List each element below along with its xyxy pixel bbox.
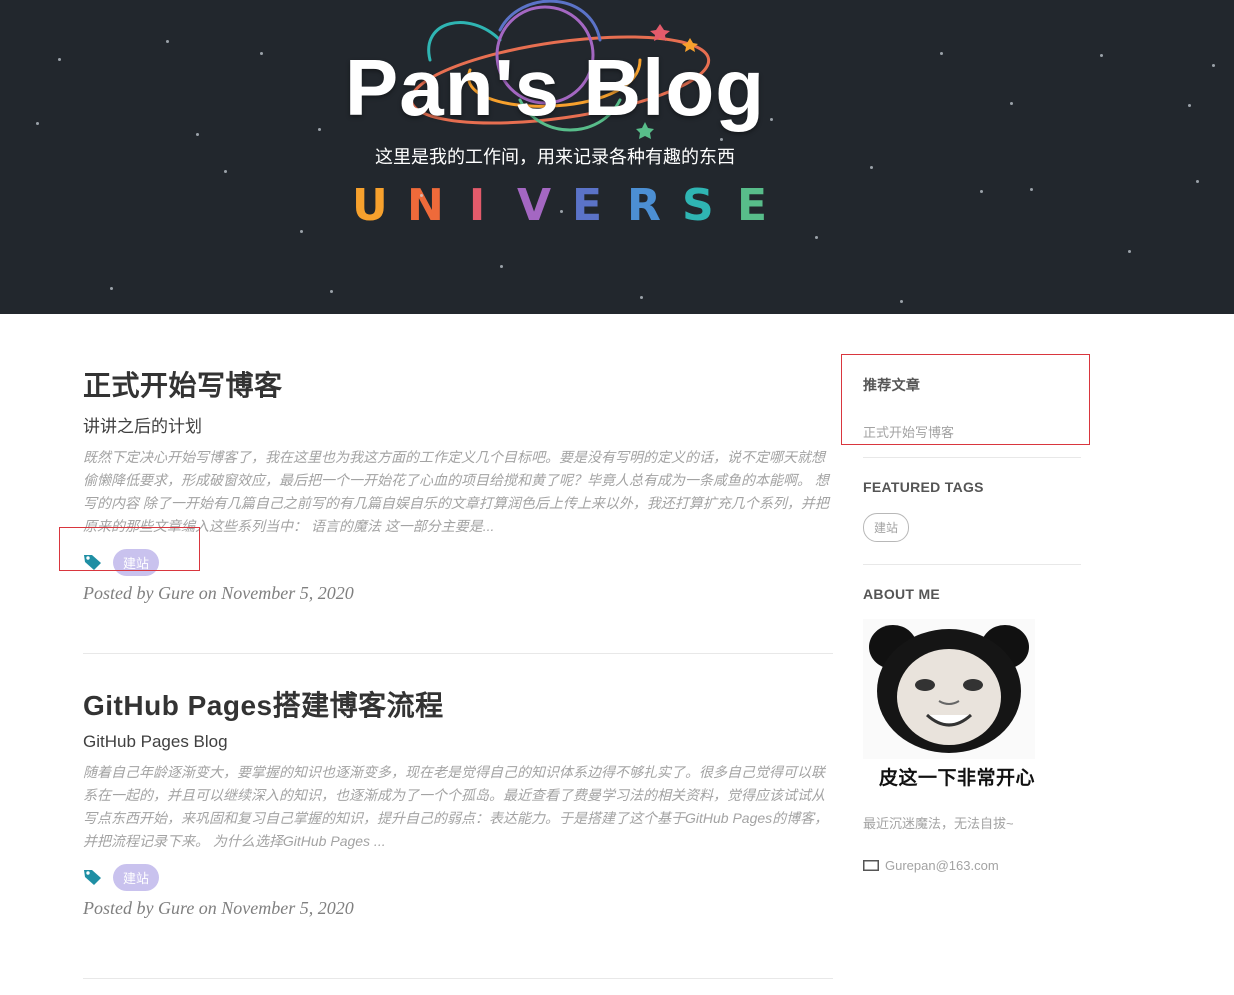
star-decoration — [420, 194, 423, 197]
universe-letter: U — [352, 180, 388, 231]
star-decoration — [330, 290, 333, 293]
post-subtitle[interactable]: 讲讲之后的计划 — [83, 412, 833, 437]
about-heading: ABOUT ME — [863, 586, 941, 602]
post-meta: Posted by Gure on November 5, 2020 — [83, 898, 354, 918]
star-decoration — [560, 210, 563, 213]
universe-letter: R — [627, 180, 661, 231]
star-decoration — [224, 170, 227, 173]
star-decoration — [980, 190, 983, 193]
post-tags: 建站 — [83, 547, 833, 577]
universe-letter: E — [737, 180, 768, 231]
star-decoration — [1010, 102, 1013, 105]
site-title[interactable]: Pan's Blog — [0, 42, 1110, 134]
star-decoration — [318, 128, 321, 131]
star-decoration — [1196, 180, 1199, 183]
post-excerpt[interactable]: 随着自己年龄逐渐变大，要掌握的知识也逐渐变多，现在老是觉得自己的知识体系边得不够… — [83, 761, 833, 853]
universe-letter: I — [468, 180, 486, 231]
star-decoration — [770, 118, 773, 121]
universe-letter: E — [572, 180, 603, 231]
star-decoration — [300, 230, 303, 233]
sidebar: 推荐文章 正式开始写博客 FEATURED TAGS 建站 ABOUT ME 皮… — [863, 355, 1083, 873]
star-decoration — [640, 296, 643, 299]
star-decoration — [1128, 250, 1131, 253]
star-decoration — [940, 52, 943, 55]
featured-tags-section: FEATURED TAGS 建站 — [863, 458, 1083, 564]
star-decoration — [166, 40, 169, 43]
mail-icon — [863, 860, 879, 871]
tag-pill[interactable]: 建站 — [113, 863, 160, 891]
universe-letter: N — [407, 180, 444, 231]
recommended-heading: 推荐文章 — [863, 377, 921, 393]
star-decoration — [720, 138, 723, 141]
header-banner: Pan's Blog 这里是我的工作间，用来记录各种有趣的东西 UNIVERSE — [0, 0, 1234, 314]
panda-meme-image — [863, 619, 1035, 759]
site-subtitle: 这里是我的工作间，用来记录各种有趣的东西 — [375, 147, 735, 167]
post-preview[interactable]: GitHub Pages搭建博客流程 GitHub Pages Blog 随着自… — [83, 684, 833, 979]
star-decoration — [260, 52, 263, 55]
about-bio: 最近沉迷魔法，无法自拔~ — [863, 816, 1014, 831]
star-decoration — [110, 287, 113, 290]
star-decoration — [815, 236, 818, 239]
star-decoration — [900, 300, 903, 303]
post-meta: Posted by Gure on November 5, 2020 — [83, 583, 354, 603]
email-link[interactable]: Gurepan@163.com — [885, 858, 999, 873]
recommended-section: 推荐文章 正式开始写博客 — [863, 355, 1083, 457]
post-list: 正式开始写博客 讲讲之后的计划 既然下定决心开始写博客了，我在这里也为我这方面的… — [83, 340, 833, 979]
universe-letter: S — [682, 180, 714, 231]
email-row: Gurepan@163.com — [863, 858, 1083, 873]
star-decoration — [1212, 64, 1215, 67]
star-decoration — [500, 265, 503, 268]
tag-icon — [84, 870, 101, 885]
tag-pill[interactable]: 建站 — [113, 548, 160, 576]
post-title[interactable]: 正式开始写博客 — [83, 364, 833, 404]
universe-logo: UNIVERSE — [352, 180, 767, 231]
post-subtitle[interactable]: GitHub Pages Blog — [83, 732, 833, 752]
post-excerpt[interactable]: 既然下定决心开始写博客了，我在这里也为我这方面的工作定义几个目标吧。要是没有写明… — [83, 446, 833, 538]
post-title[interactable]: GitHub Pages搭建博客流程 — [83, 684, 833, 724]
about-section: ABOUT ME 皮这一下非常开心 最近沉迷魔法，无法自拔~ Gurepan@1… — [863, 565, 1083, 873]
star-decoration — [1188, 104, 1191, 107]
star-decoration — [1030, 188, 1033, 191]
post-tags: 建站 — [83, 862, 833, 892]
star-decoration — [196, 133, 199, 136]
featured-tags-heading: FEATURED TAGS — [863, 479, 984, 495]
star-decoration — [36, 122, 39, 125]
recommended-link[interactable]: 正式开始写博客 — [863, 425, 954, 440]
tag-icon — [84, 555, 101, 570]
meme-caption: 皮这一下非常开心 — [879, 768, 1036, 789]
featured-tag[interactable]: 建站 — [863, 513, 910, 542]
avatar: 皮这一下非常开心 — [863, 619, 1035, 789]
post-preview[interactable]: 正式开始写博客 讲讲之后的计划 既然下定决心开始写博客了，我在这里也为我这方面的… — [83, 364, 833, 654]
universe-letter: V — [517, 180, 552, 231]
star-decoration — [1100, 54, 1103, 57]
star-decoration — [58, 58, 61, 61]
star-decoration — [870, 166, 873, 169]
